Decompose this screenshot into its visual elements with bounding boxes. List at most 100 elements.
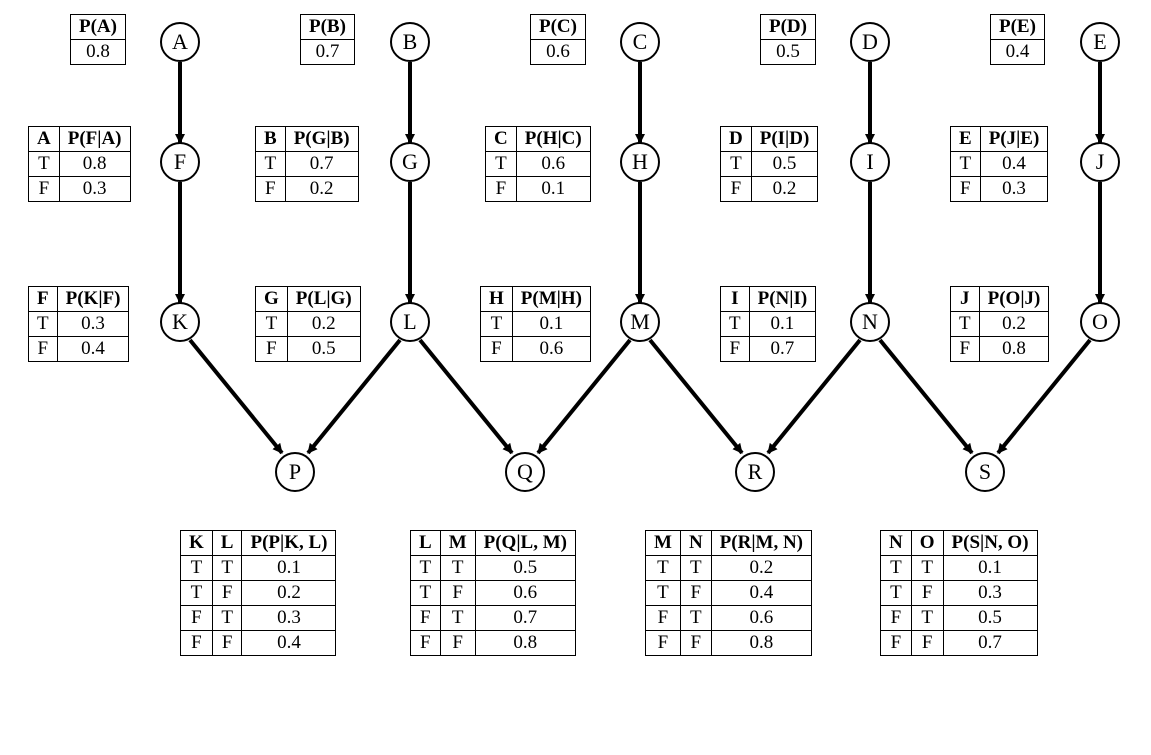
cpt-c: P(C) 0.6 — [530, 14, 586, 65]
cpt-parent: A — [29, 127, 60, 152]
cpt-parent: G — [256, 287, 288, 312]
node-label: J — [1096, 149, 1105, 175]
node-l: L — [390, 302, 430, 342]
tf-t: T — [481, 312, 513, 337]
node-label: D — [862, 29, 878, 55]
cpt-value: 0.1 — [749, 312, 816, 337]
cpt-i: DP(I|D) T0.5 F0.2 — [720, 126, 818, 202]
cpt-parent2: N — [680, 531, 711, 556]
cpt-value: 0.5 — [287, 337, 360, 362]
tf-t: T — [212, 606, 242, 631]
cpt-parent: C — [486, 127, 517, 152]
tf-t: T — [951, 312, 980, 337]
cpt-f: AP(F|A) T0.8 F0.3 — [28, 126, 131, 202]
cpt-header: P(N|I) — [749, 287, 816, 312]
cpt-value: 0.8 — [71, 40, 126, 65]
cpt-value: 0.2 — [979, 312, 1049, 337]
node-label: Q — [517, 459, 533, 485]
cpt-value: 0.8 — [475, 631, 575, 656]
tf-f: F — [646, 606, 681, 631]
cpt-value: 0.2 — [242, 581, 336, 606]
cpt-value: 0.3 — [59, 177, 130, 202]
cpt-g: BP(G|B) T0.7 F0.2 — [255, 126, 359, 202]
tf-f: F — [29, 177, 60, 202]
node-c: C — [620, 22, 660, 62]
cpt-parent1: M — [646, 531, 681, 556]
cpt-value: 0.2 — [751, 177, 818, 202]
cpt-header: P(H|C) — [516, 127, 590, 152]
cpt-value: 0.6 — [531, 40, 586, 65]
cpt-header: P(K|F) — [57, 287, 129, 312]
tf-f: F — [721, 177, 752, 202]
cpt-e: P(E) 0.4 — [990, 14, 1045, 65]
node-label: P — [289, 459, 301, 485]
cpt-value: 0.2 — [711, 556, 811, 581]
cpt-d: P(D) 0.5 — [760, 14, 816, 65]
cpt-value: 0.5 — [761, 40, 816, 65]
cpt-value: 0.8 — [711, 631, 811, 656]
cpt-parent: B — [256, 127, 286, 152]
tf-t: T — [911, 606, 943, 631]
node-label: B — [403, 29, 418, 55]
cpt-header: P(S|N, O) — [943, 531, 1037, 556]
bayesian-network-diagram: A B C D E F G H I J K L M N O P Q R S P(… — [0, 0, 1151, 755]
cpt-value: 0.7 — [943, 631, 1037, 656]
tf-t: T — [646, 556, 681, 581]
tf-t: T — [951, 152, 981, 177]
cpt-q: LMP(Q|L, M) TT0.5 TF0.6 FT0.7 FF0.8 — [410, 530, 576, 656]
tf-f: F — [951, 177, 981, 202]
cpt-m: HP(M|H) T0.1 F0.6 — [480, 286, 591, 362]
tf-t: T — [440, 556, 475, 581]
cpt-header: P(M|H) — [512, 287, 590, 312]
node-label: L — [403, 309, 416, 335]
cpt-a: P(A) 0.8 — [70, 14, 126, 65]
cpt-s: NOP(S|N, O) TT0.1 TF0.3 FT0.5 FF0.7 — [880, 530, 1038, 656]
cpt-parent: D — [721, 127, 752, 152]
tf-f: F — [881, 631, 912, 656]
cpt-parent: H — [481, 287, 513, 312]
cpt-h: CP(H|C) T0.6 F0.1 — [485, 126, 591, 202]
tf-f: F — [181, 606, 213, 631]
tf-f: F — [486, 177, 517, 202]
tf-t: T — [646, 581, 681, 606]
cpt-value: 0.6 — [475, 581, 575, 606]
node-label: H — [632, 149, 648, 175]
node-label: C — [633, 29, 648, 55]
cpt-parent: I — [721, 287, 750, 312]
cpt-value: 0.4 — [711, 581, 811, 606]
cpt-header: P(O|J) — [979, 287, 1049, 312]
cpt-value: 0.4 — [991, 40, 1045, 65]
node-j: J — [1080, 142, 1120, 182]
cpt-k: FP(K|F) T0.3 F0.4 — [28, 286, 129, 362]
cpt-parent: E — [951, 127, 981, 152]
tf-t: T — [440, 606, 475, 631]
tf-f: F — [440, 581, 475, 606]
tf-f: F — [29, 337, 58, 362]
cpt-value: 0.4 — [242, 631, 336, 656]
node-k: K — [160, 302, 200, 342]
tf-t: T — [680, 556, 711, 581]
tf-f: F — [212, 631, 242, 656]
tf-f: F — [680, 631, 711, 656]
tf-t: T — [181, 556, 213, 581]
cpt-parent1: L — [411, 531, 441, 556]
node-label: O — [1092, 309, 1108, 335]
cpt-value: 0.2 — [287, 312, 360, 337]
cpt-header: P(Q|L, M) — [475, 531, 575, 556]
tf-f: F — [721, 337, 750, 362]
cpt-parent: J — [951, 287, 980, 312]
node-label: R — [748, 459, 763, 485]
node-label: G — [402, 149, 418, 175]
cpt-value: 0.1 — [242, 556, 336, 581]
cpt-value: 0.6 — [711, 606, 811, 631]
cpt-parent: F — [29, 287, 58, 312]
tf-t: T — [911, 556, 943, 581]
cpt-value: 0.3 — [980, 177, 1048, 202]
tf-t: T — [411, 581, 441, 606]
node-label: A — [172, 29, 188, 55]
tf-t: T — [881, 556, 912, 581]
node-label: F — [174, 149, 186, 175]
cpt-p: KLP(P|K, L) TT0.1 TF0.2 FT0.3 FF0.4 — [180, 530, 336, 656]
cpt-parent2: L — [212, 531, 242, 556]
cpt-j: EP(J|E) T0.4 F0.3 — [950, 126, 1048, 202]
